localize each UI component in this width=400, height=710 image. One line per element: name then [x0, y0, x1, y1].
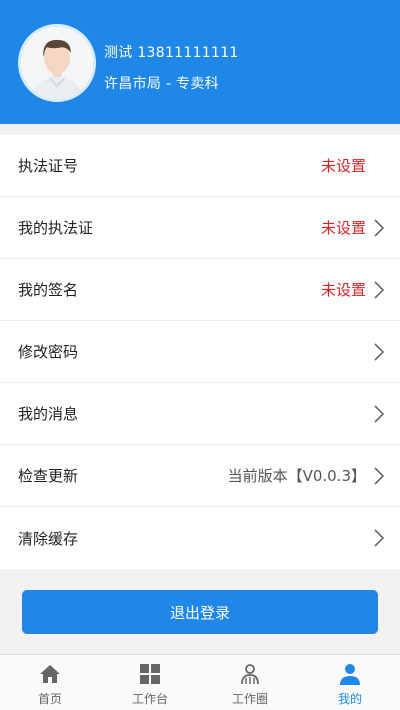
app-version: 当前版本【V0.0.3】 — [227, 467, 366, 485]
menu-item-value: 未设置 — [320, 281, 366, 299]
tab-label: 首页 — [37, 692, 62, 706]
tab-work-circle[interactable]: 工作圈 — [200, 655, 300, 710]
tab-label: 我的 — [337, 692, 362, 706]
tab-workbench[interactable]: 工作台 — [100, 655, 200, 710]
chevron-right-icon — [372, 218, 386, 238]
menu-item-label: 修改密码 — [18, 343, 79, 361]
chevron-right-icon — [372, 404, 386, 424]
avatar[interactable] — [18, 24, 96, 102]
user-icon — [338, 662, 362, 686]
chevron-right-icon — [372, 280, 386, 300]
menu-item-label: 检查更新 — [18, 467, 79, 485]
user-department: 许昌市局 - 专卖科 — [104, 76, 219, 92]
menu-item-label: 我的消息 — [18, 405, 79, 423]
menu-item-label: 我的签名 — [18, 281, 79, 299]
menu-item-license-number[interactable]: 执法证号 未设置 — [0, 135, 400, 197]
tab-home[interactable]: 首页 — [0, 655, 100, 710]
menu-item-value: 未设置 — [320, 219, 366, 237]
menu-item-value: 未设置 — [320, 157, 366, 175]
chevron-right-icon — [372, 342, 386, 362]
menu-item-check-update[interactable]: 检查更新 当前版本【V0.0.3】 — [0, 445, 400, 507]
menu-item-my-messages[interactable]: 我的消息 — [0, 383, 400, 445]
menu-item-my-signature[interactable]: 我的签名 未设置 — [0, 259, 400, 321]
chevron-right-icon — [372, 466, 386, 486]
group-icon — [238, 662, 262, 686]
tab-mine[interactable]: 我的 — [300, 655, 400, 710]
avatar-icon — [21, 27, 93, 99]
grid-icon — [138, 662, 162, 686]
settings-menu: 执法证号 未设置 我的执法证 未设置 我的签名 未设置 修改密码 我的消息 检查… — [0, 135, 400, 569]
menu-item-label: 我的执法证 — [18, 219, 94, 237]
bottom-tab-bar: 首页 工作台 工作圈 我的 — [0, 654, 400, 710]
tab-label: 工作圈 — [231, 692, 268, 706]
menu-item-clear-cache[interactable]: 清除缓存 — [0, 507, 400, 569]
menu-item-change-password[interactable]: 修改密码 — [0, 321, 400, 383]
home-icon — [38, 662, 62, 686]
logout-button[interactable]: 退出登录 — [22, 590, 378, 634]
tab-label: 工作台 — [131, 692, 168, 706]
menu-item-label: 清除缓存 — [18, 529, 79, 548]
menu-item-my-license[interactable]: 我的执法证 未设置 — [0, 197, 400, 259]
profile-header: 测试 13811111111 许昌市局 - 专卖科 — [0, 0, 400, 124]
menu-item-label: 执法证号 — [18, 157, 79, 175]
chevron-right-icon — [372, 528, 386, 548]
user-name-phone: 测试 13811111111 — [104, 45, 239, 61]
